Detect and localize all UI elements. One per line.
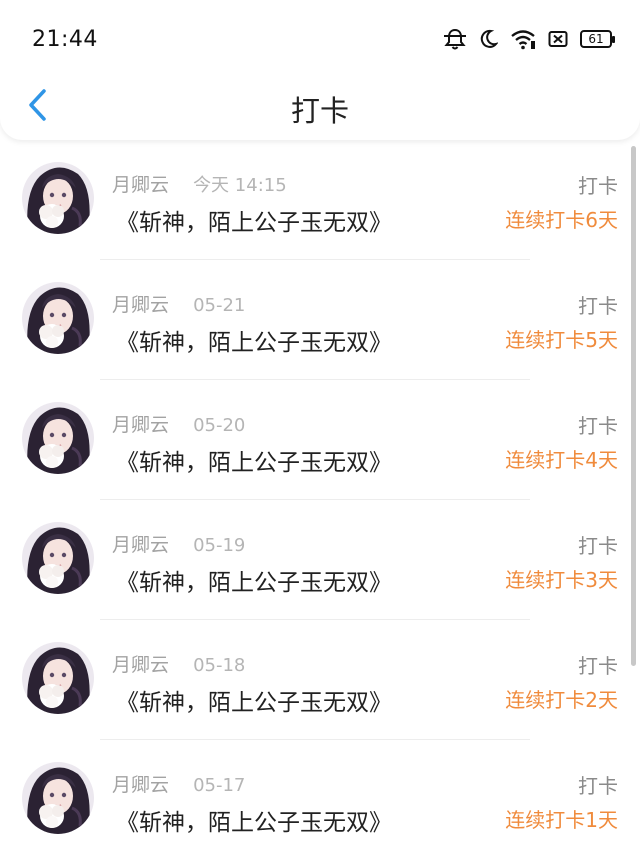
avatar[interactable] — [22, 522, 94, 594]
checkin-action-label: 打卡 — [578, 174, 618, 198]
streak-label: 连续打卡3天 — [505, 568, 618, 592]
checkin-date: 今天 14:15 — [193, 175, 287, 196]
user-name[interactable]: 月卿云 — [112, 414, 169, 436]
entry-meta: 月卿云 05-20 — [112, 410, 245, 437]
list-item[interactable]: 月卿云 05-20 《斩神，陌上公子玉无双》 打卡 连续打卡4天 — [0, 380, 640, 500]
avatar[interactable] — [22, 402, 94, 474]
checkin-action-label: 打卡 — [578, 654, 618, 678]
checkin-action-label: 打卡 — [578, 414, 618, 438]
streak-label: 连续打卡1天 — [505, 808, 618, 832]
checkin-date: 05-18 — [193, 655, 246, 676]
list-item[interactable]: 月卿云 05-19 《斩神，陌上公子玉无双》 打卡 连续打卡3天 — [0, 500, 640, 620]
mute-bell-icon — [442, 27, 468, 51]
user-name[interactable]: 月卿云 — [112, 654, 169, 676]
user-name[interactable]: 月卿云 — [112, 294, 169, 316]
wifi-icon — [510, 28, 536, 50]
streak-label: 连续打卡4天 — [505, 448, 618, 472]
status-icons: 61 — [442, 26, 615, 52]
list-item[interactable]: 月卿云 05-21 《斩神，陌上公子玉无双》 打卡 连续打卡5天 — [0, 260, 640, 380]
page-title: 打卡 — [290, 94, 349, 128]
entry-meta: 月卿云 05-21 — [112, 290, 245, 317]
nav-bar: 打卡 — [0, 74, 640, 136]
user-name[interactable]: 月卿云 — [112, 174, 169, 196]
checkin-date: 05-21 — [193, 295, 246, 316]
checkin-date: 05-20 — [193, 415, 246, 436]
streak-label: 连续打卡2天 — [505, 688, 618, 712]
avatar[interactable] — [22, 282, 94, 354]
checkin-action-label: 打卡 — [578, 774, 618, 798]
avatar[interactable] — [22, 162, 94, 234]
list-item[interactable]: 月卿云 05-18 《斩神，陌上公子玉无双》 打卡 连续打卡2天 — [0, 620, 640, 740]
book-title[interactable]: 《斩神，陌上公子玉无双》 — [116, 803, 392, 837]
app-header: 21:44 61 打卡 — [0, 0, 640, 140]
entry-meta: 月卿云 05-17 — [112, 770, 245, 797]
list-item[interactable]: 月卿云 05-17 《斩神，陌上公子玉无双》 打卡 连续打卡1天 — [0, 740, 640, 853]
checkin-date: 05-17 — [193, 775, 246, 796]
entry-meta: 月卿云 05-18 — [112, 650, 245, 677]
streak-label: 连续打卡6天 — [505, 208, 618, 232]
book-title[interactable]: 《斩神，陌上公子玉无双》 — [116, 203, 392, 237]
status-bar: 21:44 61 — [0, 0, 640, 80]
entry-meta: 月卿云 今天 14:15 — [112, 170, 287, 197]
book-title[interactable]: 《斩神，陌上公子玉无双》 — [116, 323, 392, 357]
checkin-action-label: 打卡 — [578, 534, 618, 558]
list-item[interactable]: 月卿云 今天 14:15 《斩神，陌上公子玉无双》 打卡 连续打卡6天 — [0, 140, 640, 260]
checkin-date: 05-19 — [193, 535, 246, 556]
scrollbar[interactable] — [631, 146, 636, 666]
avatar[interactable] — [22, 762, 94, 834]
moon-icon — [480, 29, 498, 49]
user-name[interactable]: 月卿云 — [112, 534, 169, 556]
battery-icon: 61 — [580, 30, 615, 48]
avatar[interactable] — [22, 642, 94, 714]
streak-label: 连续打卡5天 — [505, 328, 618, 352]
sim-off-icon — [548, 30, 568, 48]
book-title[interactable]: 《斩神，陌上公子玉无双》 — [116, 683, 392, 717]
entry-meta: 月卿云 05-19 — [112, 530, 245, 557]
book-title[interactable]: 《斩神，陌上公子玉无双》 — [116, 563, 392, 597]
book-title[interactable]: 《斩神，陌上公子玉无双》 — [116, 443, 392, 477]
checkin-list: 月卿云 今天 14:15 《斩神，陌上公子玉无双》 打卡 连续打卡6天 月卿云 … — [0, 140, 640, 853]
status-time: 21:44 — [32, 27, 98, 52]
user-name[interactable]: 月卿云 — [112, 774, 169, 796]
checkin-action-label: 打卡 — [578, 294, 618, 318]
battery-level: 61 — [588, 32, 604, 46]
